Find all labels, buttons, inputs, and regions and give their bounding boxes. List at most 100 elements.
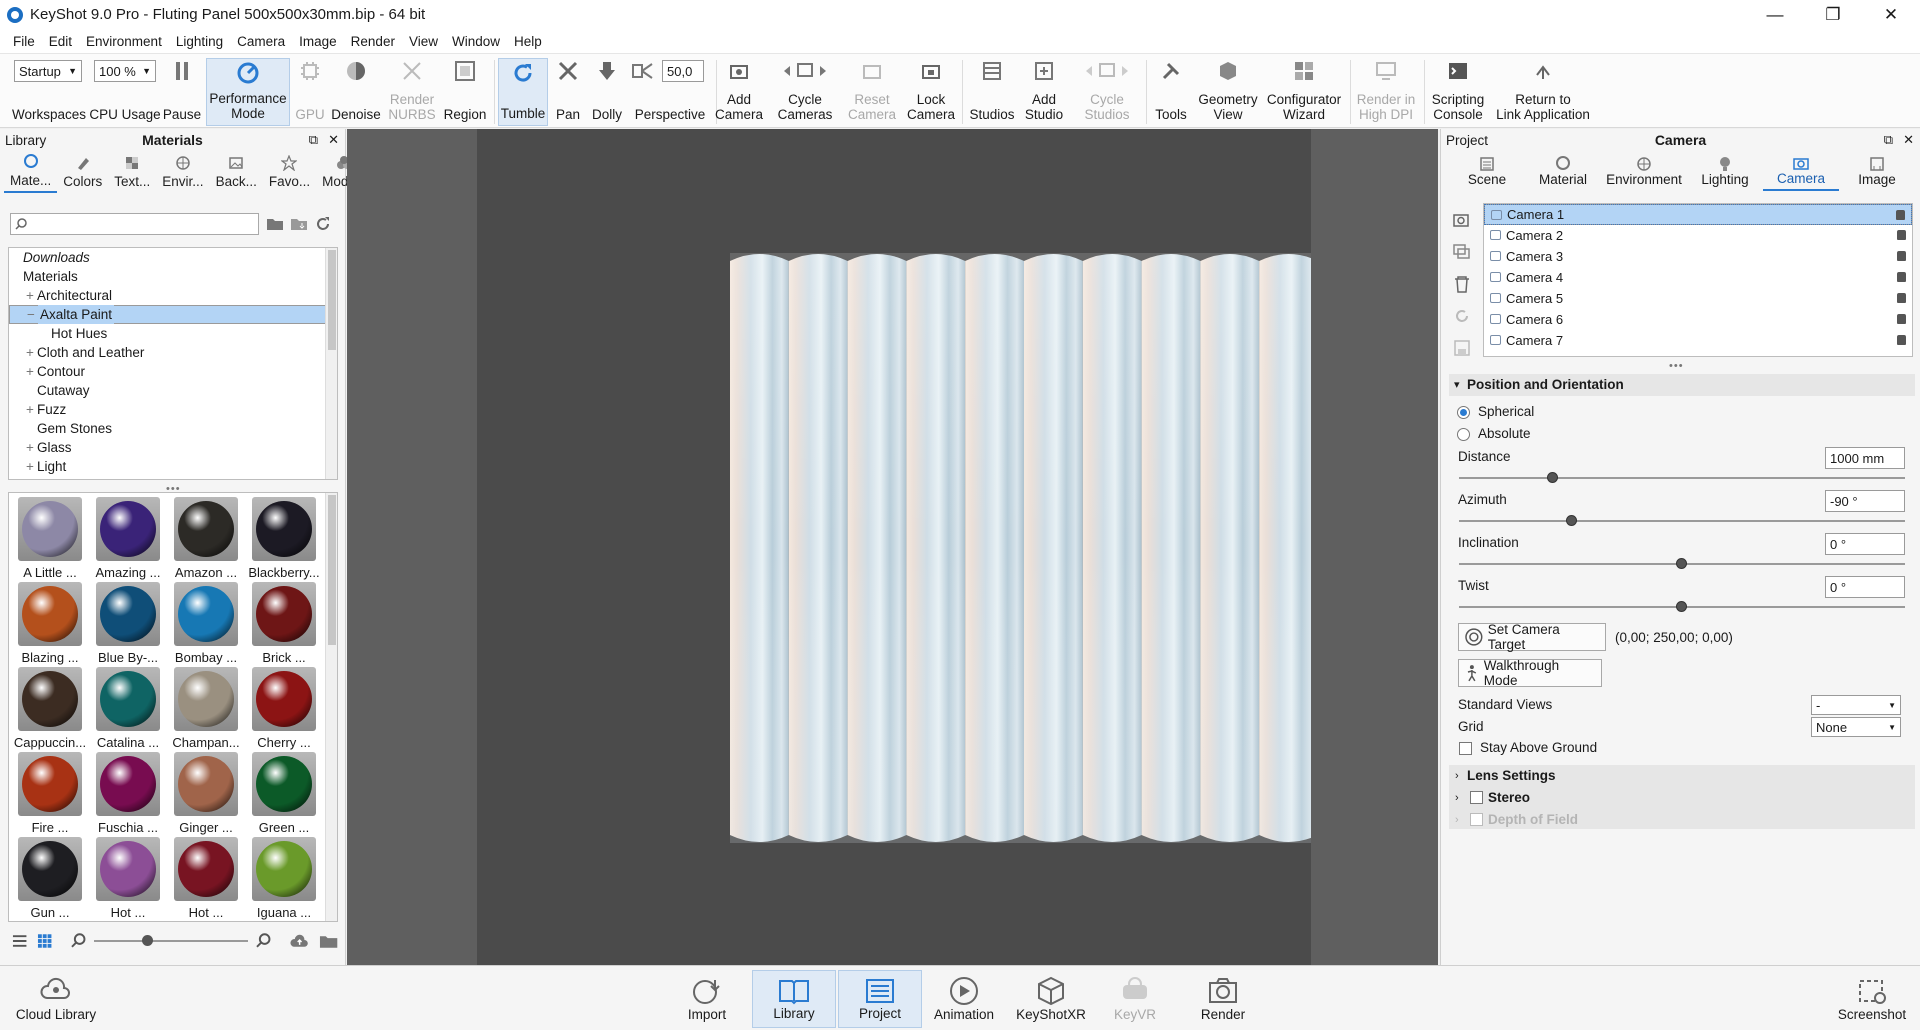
add-camera-button[interactable]: Add Camera: [715, 58, 763, 126]
close-panel-icon[interactable]: ✕: [328, 132, 339, 148]
stay-above-ground-checkbox[interactable]: [1459, 742, 1472, 755]
thumbnail-size-slider[interactable]: [94, 933, 249, 949]
material-thumbnail[interactable]: Gun ...: [11, 835, 89, 920]
library-toggle-button[interactable]: Library: [752, 970, 836, 1028]
distance-input[interactable]: 1000 mm: [1825, 447, 1905, 469]
grid-view-icon[interactable]: [37, 933, 52, 949]
pan-button[interactable]: Pan: [552, 58, 584, 126]
camera-list-item[interactable]: Camera 1: [1484, 204, 1912, 225]
tree-item[interactable]: Cutaway: [9, 381, 337, 400]
splitter-handle-icon[interactable]: •••: [1669, 360, 1684, 372]
azimuth-slider[interactable]: [1459, 520, 1905, 522]
gpu-button[interactable]: GPU: [294, 58, 326, 126]
camera-list-item[interactable]: Camera 7: [1484, 330, 1912, 351]
menu-lighting[interactable]: Lighting: [169, 34, 230, 49]
tumble-button[interactable]: Tumble: [498, 58, 548, 126]
thumbnail-scrollbar-thumb[interactable]: [328, 495, 336, 645]
tab-favorites[interactable]: Favo...: [263, 151, 316, 193]
zoom-in-icon[interactable]: [256, 933, 271, 949]
cloud-library-button[interactable]: Cloud Library: [12, 970, 100, 1028]
undock-icon[interactable]: ⧉: [309, 132, 318, 148]
menu-edit[interactable]: Edit: [42, 34, 79, 49]
add-studio-button[interactable]: Add Studio: [1024, 58, 1064, 126]
grid-select[interactable]: None ▼: [1811, 717, 1901, 737]
tab-materials[interactable]: Mate...: [4, 151, 58, 193]
inclination-input[interactable]: 0 °: [1825, 533, 1905, 555]
menu-file[interactable]: File: [6, 34, 42, 49]
menu-help[interactable]: Help: [507, 34, 549, 49]
tab-scene[interactable]: Scene: [1449, 151, 1525, 191]
close-panel-icon[interactable]: ✕: [1903, 132, 1914, 148]
standard-views-select[interactable]: - ▼: [1811, 695, 1901, 715]
performance-mode-button[interactable]: Performance Mode: [206, 58, 290, 126]
render-region[interactable]: [477, 129, 1311, 965]
studios-button[interactable]: Studios: [966, 58, 1018, 126]
configurator-wizard-button[interactable]: Configurator Wizard: [1264, 58, 1344, 126]
expand-icon[interactable]: +: [24, 343, 36, 362]
section-depth-of-field[interactable]: › Depth of Field: [1449, 809, 1915, 831]
material-thumbnail[interactable]: Fire ...: [11, 750, 89, 835]
material-thumbnail[interactable]: Blue By-...: [89, 580, 167, 665]
add-camera-icon[interactable]: [1449, 207, 1475, 233]
material-thumbnail[interactable]: Hot ...: [167, 835, 245, 920]
tree-item[interactable]: + Contour: [9, 362, 337, 381]
material-thumbnail[interactable]: A Little ...: [11, 495, 89, 580]
lock-icon[interactable]: [1897, 272, 1906, 282]
tree-scrollbar[interactable]: [325, 248, 337, 479]
section-lens-settings[interactable]: › Lens Settings: [1449, 765, 1915, 787]
thumbnail-scrollbar[interactable]: [325, 493, 337, 921]
reset-camera-button[interactable]: Reset Camera: [846, 58, 898, 126]
material-thumbnail[interactable]: Brick ...: [245, 580, 323, 665]
menu-render[interactable]: Render: [344, 34, 402, 49]
material-thumbnail[interactable]: Blackberry...: [245, 495, 323, 580]
material-thumbnail[interactable]: Hot ...: [89, 835, 167, 920]
menu-image[interactable]: Image: [292, 34, 344, 49]
material-thumbnail[interactable]: Catalina ...: [89, 665, 167, 750]
walkthrough-mode-button[interactable]: Walkthrough Mode: [1458, 658, 1602, 688]
set-camera-target-button[interactable]: Set Camera Target: [1458, 622, 1606, 652]
render-viewport[interactable]: [347, 129, 1438, 965]
tab-camera[interactable]: Camera: [1763, 151, 1839, 191]
keyshotxr-button[interactable]: KeyShotXR: [1016, 970, 1086, 1028]
material-thumbnail[interactable]: Amazing ...: [89, 495, 167, 580]
absolute-radio[interactable]: [1457, 428, 1470, 441]
tab-colors[interactable]: Colors: [57, 151, 108, 193]
perspective-button[interactable]: Perspective: [630, 58, 710, 126]
export-folder-icon[interactable]: [290, 216, 308, 232]
material-thumbnail[interactable]: Blazing ...: [11, 580, 89, 665]
tree-scrollbar-thumb[interactable]: [328, 250, 336, 350]
twist-slider-handle[interactable]: [1676, 601, 1687, 612]
menu-window[interactable]: Window: [445, 34, 507, 49]
expand-icon[interactable]: +: [24, 362, 36, 381]
render-high-dpi-button[interactable]: Render in High DPI: [1354, 58, 1418, 126]
cycle-studios-button[interactable]: Cycle Studios: [1080, 58, 1134, 126]
list-view-icon[interactable]: [12, 933, 27, 949]
tree-item[interactable]: + Architectural: [9, 286, 337, 305]
material-thumbnail[interactable]: Amazon ...: [167, 495, 245, 580]
refresh-icon[interactable]: [314, 215, 332, 233]
azimuth-input[interactable]: -90 °: [1825, 490, 1905, 512]
expand-icon[interactable]: +: [24, 457, 36, 476]
close-window-button[interactable]: ✕: [1862, 0, 1920, 29]
tab-lighting[interactable]: Lighting: [1687, 151, 1763, 191]
restore-button[interactable]: ❐: [1804, 0, 1862, 29]
tree-item[interactable]: + Glass: [9, 438, 337, 457]
lock-camera-button[interactable]: Lock Camera: [906, 58, 956, 126]
material-thumbnail[interactable]: Fuschia ...: [89, 750, 167, 835]
tab-environments[interactable]: Envir...: [156, 151, 209, 193]
azimuth-slider-handle[interactable]: [1566, 515, 1577, 526]
tab-textures[interactable]: Text...: [108, 151, 156, 193]
lock-icon[interactable]: [1897, 293, 1906, 303]
spherical-radio[interactable]: [1457, 406, 1470, 419]
collapse-icon[interactable]: −: [25, 305, 37, 324]
tree-item[interactable]: Hot Hues: [9, 324, 337, 343]
menu-view[interactable]: View: [402, 34, 445, 49]
minimize-button[interactable]: —: [1746, 0, 1804, 29]
menu-camera[interactable]: Camera: [230, 34, 292, 49]
depth-of-field-checkbox[interactable]: [1470, 813, 1483, 826]
dolly-button[interactable]: Dolly: [588, 58, 626, 126]
zoom-out-icon[interactable]: [71, 933, 86, 949]
reset-camera-icon[interactable]: [1449, 303, 1475, 329]
pause-button[interactable]: Pause: [162, 58, 202, 126]
camera-list-item[interactable]: Camera 4: [1484, 267, 1912, 288]
